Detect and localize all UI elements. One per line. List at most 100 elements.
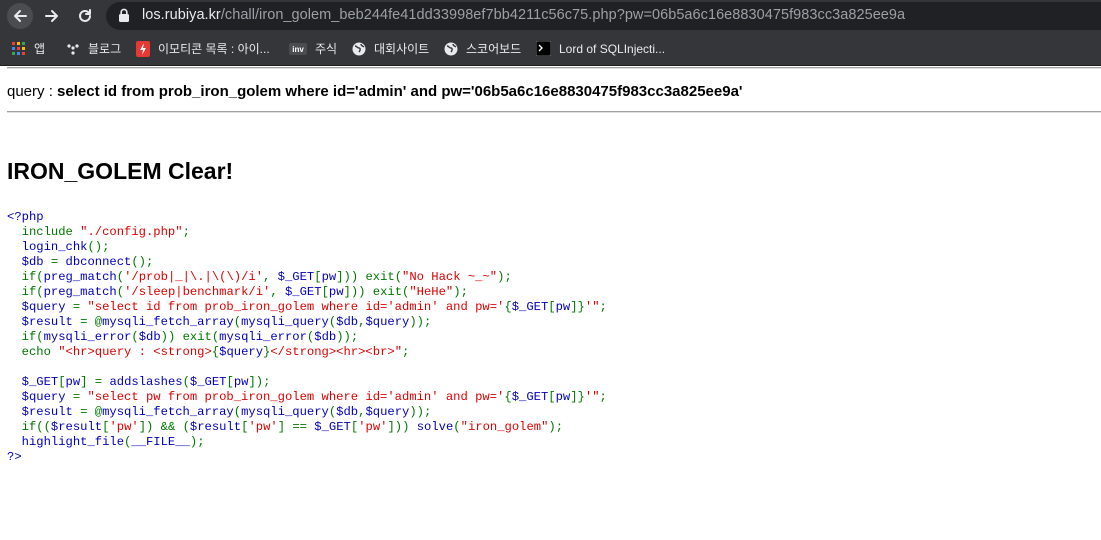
- code-token: )) exit(: [160, 330, 220, 344]
- code-token: '": [584, 390, 600, 404]
- code-token: $result: [189, 420, 242, 434]
- code-line: ?>: [7, 450, 22, 464]
- code-token: = @: [80, 405, 103, 419]
- bookmark-emoticon[interactable]: 이모티콘 목록 : 아이...: [136, 32, 270, 65]
- code-token: ])) exit(: [336, 270, 403, 284]
- code-token: login_chk: [7, 240, 88, 254]
- bookmark-label: 앱: [34, 42, 46, 56]
- bookmark-stock[interactable]: inv 주식: [289, 32, 337, 65]
- code-token: $_GET: [7, 375, 59, 389]
- code-token: highlight_file: [7, 435, 125, 449]
- apps-grid-icon: [12, 41, 26, 56]
- code-token: $db: [7, 255, 51, 269]
- reload-icon: [79, 9, 91, 22]
- bookmark-contest-site[interactable]: 대회사이트: [352, 32, 429, 65]
- code-token: [: [548, 390, 556, 404]
- code-line: $result = @mysqli_fetch_array(mysqli_que…: [7, 315, 432, 329]
- code-token: $_GET: [284, 285, 322, 299]
- url-text[interactable]: los.rubiya.kr/chall/iron_golem_beb244fe4…: [142, 7, 905, 23]
- query-prefix: query :: [7, 83, 58, 100]
- code-token: [: [226, 375, 234, 389]
- code-token: ;: [182, 225, 190, 239]
- code-token: pw: [321, 270, 337, 284]
- forward-arrow-icon: [45, 10, 58, 22]
- page-content: query : select id from prob_iron_golem w…: [0, 66, 1101, 540]
- code-token: ]}: [570, 300, 585, 314]
- bookmark-label: 블로그: [88, 42, 122, 56]
- svg-text:inv: inv: [292, 45, 304, 54]
- url-path: /chall/iron_golem_beb244fe41dd33998ef7bb…: [220, 7, 906, 23]
- url-host: los.rubiya.kr: [142, 7, 221, 23]
- code-token: include: [21, 225, 81, 239]
- code-token: mysqli_error: [219, 330, 307, 344]
- bookmark-label: 주식: [315, 42, 338, 56]
- code-token: [: [314, 270, 322, 284]
- lock-icon[interactable]: [118, 8, 130, 23]
- code-token: ] ==: [277, 420, 315, 434]
- code-token: $db: [336, 315, 359, 329]
- code-token: ;: [599, 300, 607, 314]
- code-token: 'pw': [248, 420, 278, 434]
- code-token: ]);: [248, 375, 271, 389]
- bookmark-scoreboard[interactable]: 스코어보드: [444, 32, 521, 65]
- code-line: if(($result['pw']) && ($result['pw'] == …: [7, 420, 563, 434]
- address-bar[interactable]: los.rubiya.kr/chall/iron_golem_beb244fe4…: [106, 2, 1101, 30]
- code-token: if(: [21, 270, 44, 284]
- back-arrow-icon: [14, 10, 27, 22]
- code-token: [: [58, 375, 66, 389]
- code-token: "./config.php": [80, 225, 183, 239]
- code-token: );: [548, 420, 564, 434]
- code-token: mysqli_error: [43, 330, 132, 344]
- code-token: 'pw': [358, 420, 388, 434]
- code-token: pw: [65, 375, 81, 389]
- code-token: ));: [409, 405, 432, 419]
- code-token: pw: [555, 300, 571, 314]
- code-token: (: [182, 375, 190, 389]
- code-token: $_GET: [277, 270, 315, 284]
- bookmark-label: 스코어보드: [466, 42, 522, 56]
- code-token: $result: [50, 420, 103, 434]
- code-token: mysqli_fetch_array: [102, 405, 234, 419]
- code-token: pw: [233, 375, 249, 389]
- code-token: {: [504, 390, 512, 404]
- code-token: ();: [131, 255, 154, 269]
- code-token: $db: [336, 405, 359, 419]
- forward-button[interactable]: [39, 3, 65, 29]
- code-token: ]}: [570, 390, 585, 404]
- code-token: '/sleep|benchmark/i': [124, 285, 271, 299]
- code-token: </strong><hr><br>": [270, 345, 403, 359]
- code-line: $db = dbconnect();: [7, 255, 154, 269]
- bookmark-lord-of-sqli[interactable]: Lord of SQLInjecti...: [536, 32, 665, 65]
- code-token: (: [233, 315, 242, 329]
- bookmark-blog[interactable]: 블로그: [66, 32, 121, 65]
- code-token: echo: [21, 345, 59, 359]
- code-token: if((: [21, 420, 51, 434]
- code-token: (: [453, 420, 461, 434]
- code-token: );: [497, 270, 512, 284]
- back-button[interactable]: [7, 3, 33, 29]
- divider: [7, 67, 1101, 69]
- query-line: query : select id from prob_iron_golem w…: [7, 83, 742, 100]
- code-line: if(mysqli_error($db)) exit(mysqli_error(…: [7, 330, 359, 344]
- code-line: include "./config.php";: [7, 225, 190, 239]
- code-line: highlight_file(__FILE__);: [7, 435, 205, 449]
- blog-icon: [66, 42, 80, 56]
- reload-button[interactable]: [72, 3, 98, 29]
- code-token: ] =: [80, 375, 110, 389]
- code-line: $query = "select id from prob_iron_golem…: [7, 300, 607, 314]
- code-token: $_GET: [189, 375, 227, 389]
- code-line: login_chk();: [7, 240, 110, 254]
- code-token: addslashes: [109, 375, 183, 389]
- code-token: ;: [599, 390, 607, 404]
- code-token: preg_match: [43, 270, 117, 284]
- clear-heading: IRON_GOLEM Clear!: [7, 158, 234, 184]
- bookmark-apps[interactable]: 앱: [12, 32, 45, 65]
- code-token: __FILE__: [131, 435, 190, 449]
- bookmark-label: 이모티콘 목록 : 아이...: [158, 42, 270, 56]
- php-source-code: <?php include "./config.php"; login_chk(…: [7, 210, 607, 465]
- divider: [7, 111, 1101, 113]
- code-line: <?php: [7, 210, 44, 224]
